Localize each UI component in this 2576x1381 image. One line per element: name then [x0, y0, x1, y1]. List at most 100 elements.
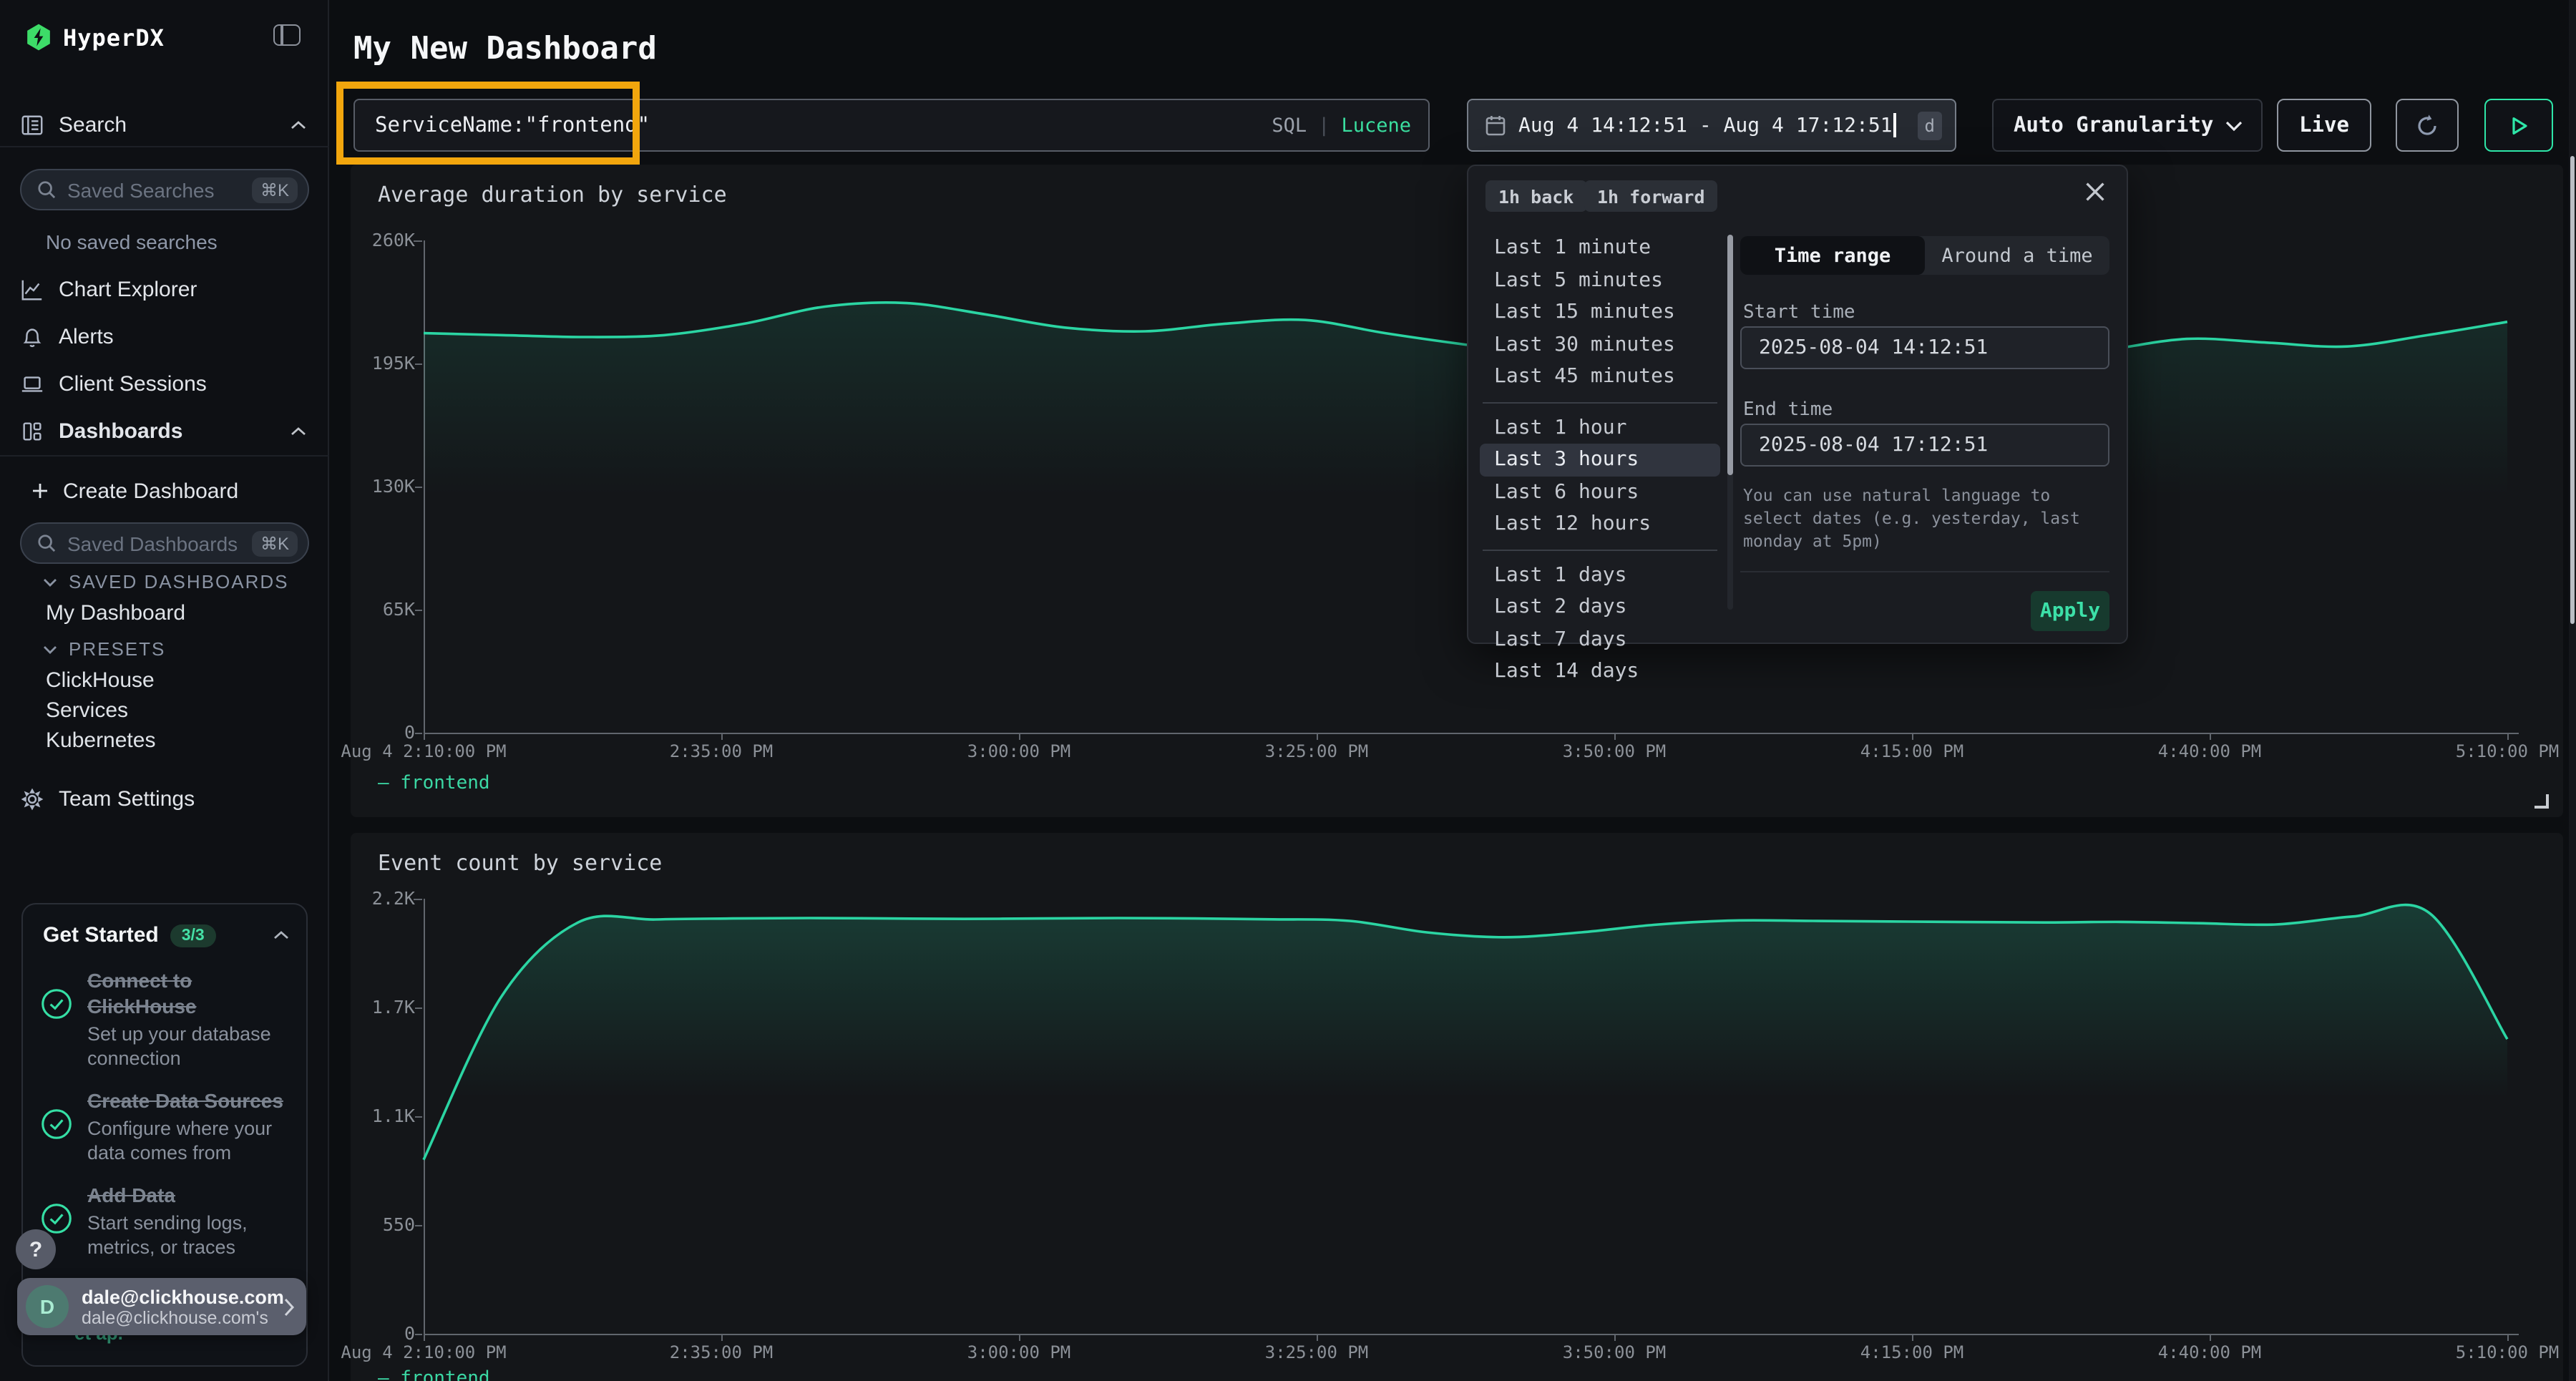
apply-button[interactable]: Apply: [2031, 591, 2109, 631]
lucene-toggle[interactable]: Lucene: [1341, 114, 1411, 137]
sidebar-item-kubernetes[interactable]: Kubernetes: [46, 728, 155, 753]
legend-item-frontend[interactable]: — frontend: [378, 773, 490, 794]
sidebar-item-label: Alerts: [59, 324, 114, 348]
time-option[interactable]: Last 3 hours: [1480, 444, 1720, 476]
create-dashboard-button[interactable]: Create Dashboard: [0, 472, 329, 509]
sidebar-item-client-sessions[interactable]: Client Sessions: [0, 365, 329, 402]
refresh-button[interactable]: [2396, 99, 2459, 152]
check-circle-icon: [40, 1108, 73, 1141]
chevron-down-icon: [43, 577, 57, 586]
y-axis-label: 2.2K: [329, 887, 415, 909]
user-chip[interactable]: D dale@clickhouse.com dale@clickhouse.co…: [17, 1278, 306, 1335]
sidebar-item-alerts[interactable]: Alerts: [0, 318, 329, 355]
live-button[interactable]: Live: [2277, 99, 2371, 152]
chevron-up-icon: [291, 426, 306, 436]
time-option[interactable]: Last 6 hours: [1480, 476, 1720, 508]
toggle-separator: |: [1318, 114, 1330, 137]
saved-searches-input[interactable]: Saved Searches ⌘K: [20, 169, 309, 210]
get-started-title: Get Started: [43, 923, 159, 947]
get-started-item[interactable]: Connect to ClickHouseSet up your databas…: [23, 956, 306, 1076]
section-saved-dashboards[interactable]: SAVED DASHBOARDS: [43, 571, 289, 592]
time-option[interactable]: Last 45 minutes: [1480, 361, 1720, 393]
panel-resize-handle[interactable]: [2534, 794, 2549, 809]
time-forward-button[interactable]: 1h forward: [1584, 180, 1718, 212]
time-back-button[interactable]: 1h back: [1485, 180, 1586, 212]
time-option[interactable]: Last 12 hours: [1480, 508, 1720, 540]
popup-scrollbar[interactable]: [1727, 235, 1733, 610]
search-icon: [37, 534, 56, 552]
get-started-progress-badge: 3/3: [170, 924, 216, 947]
granularity-select[interactable]: Auto Granularity: [1992, 99, 2263, 152]
chart-plot-area[interactable]: [424, 899, 2507, 1334]
chart-plot-area[interactable]: [424, 240, 2507, 733]
bell-icon: [20, 324, 44, 348]
sidebar-item-team-settings[interactable]: Team Settings: [0, 780, 329, 817]
divider: [1483, 401, 1717, 403]
sql-toggle[interactable]: SQL: [1272, 114, 1307, 137]
time-option[interactable]: Last 1 days: [1480, 559, 1720, 591]
help-button[interactable]: ?: [16, 1229, 56, 1269]
popup-scrollbar-thumb[interactable]: [1727, 235, 1733, 475]
time-option[interactable]: Last 1 minute: [1480, 232, 1720, 264]
sidebar-item-services[interactable]: Services: [46, 698, 128, 723]
time-range-options-list: Last 1 minuteLast 5 minutesLast 15 minut…: [1480, 232, 1720, 688]
time-option[interactable]: Last 1 hour: [1480, 411, 1720, 444]
x-axis-tick: [1912, 733, 1913, 740]
saved-dashboards-input[interactable]: Saved Dashboards ⌘K: [20, 522, 309, 564]
chevron-down-icon: [2225, 119, 2243, 131]
sidebar-item-label: Dashboards: [59, 419, 182, 443]
time-option[interactable]: Last 30 minutes: [1480, 328, 1720, 361]
sidebar-item-chart-explorer[interactable]: Chart Explorer: [0, 270, 329, 308]
duration-shortcut-badge: d: [1918, 111, 1942, 140]
get-started-item-title: Add Data: [87, 1182, 292, 1208]
get-started-item-desc: Set up your database connection: [87, 1022, 292, 1070]
page-scrollbar-thumb[interactable]: [2570, 156, 2575, 624]
sidebar-item-search[interactable]: Search: [0, 106, 329, 143]
time-option[interactable]: Last 14 days: [1480, 655, 1720, 688]
hyperdx-logo-icon: [24, 23, 53, 52]
end-time-label: End time: [1743, 399, 1833, 421]
tab-time-range[interactable]: Time range: [1740, 236, 1925, 275]
time-picker-right-panel: Time rangeAround a time Start time 2025-…: [1740, 166, 2115, 645]
x-axis-label: 4:40:00 PM: [2109, 1342, 2310, 1362]
chart-title: Average duration by service: [378, 182, 727, 208]
tab-around-a-time[interactable]: Around a time: [1925, 236, 2109, 275]
x-axis-label: 2:35:00 PM: [621, 741, 821, 761]
get-started-item[interactable]: Create Data SourcesConfigure where your …: [23, 1076, 306, 1171]
sidebar-item-my-dashboard[interactable]: My Dashboard: [46, 601, 185, 625]
saved-searches-placeholder: Saved Searches: [67, 178, 214, 201]
x-axis-tick: [2210, 1334, 2211, 1341]
x-axis-tick: [1317, 1334, 1318, 1341]
sidebar-item-dashboards[interactable]: Dashboards: [0, 412, 329, 449]
x-axis-tick: [2507, 733, 2509, 740]
series-area-frontend: [424, 905, 2507, 1334]
sidebar-item-label: Chart Explorer: [59, 277, 197, 301]
x-axis-label: 3:50:00 PM: [1514, 741, 1714, 761]
get-started-item[interactable]: Add DataStart sending logs, metrics, or …: [23, 1171, 306, 1265]
page-scrollbar[interactable]: [2569, 0, 2576, 1381]
search-doc-icon: [20, 112, 44, 137]
time-option[interactable]: Last 15 minutes: [1480, 296, 1720, 328]
y-axis-tick: [415, 487, 422, 488]
team-settings-label: Team Settings: [59, 786, 195, 811]
x-axis-label: Aug 4 2:10:00 PM: [323, 1342, 524, 1362]
sidebar-item-clickhouse[interactable]: ClickHouse: [46, 668, 155, 693]
sidebar: HyperDX Search Saved Searches ⌘K No save…: [0, 0, 329, 1381]
time-option[interactable]: Last 7 days: [1480, 623, 1720, 655]
legend-item-frontend[interactable]: — frontend: [378, 1368, 490, 1381]
y-axis-tick: [415, 1116, 422, 1118]
time-option[interactable]: Last 5 minutes: [1480, 264, 1720, 296]
filter-query-input[interactable]: ServiceName:"frontend" SQL | Lucene: [353, 99, 1430, 152]
y-axis-label: 65K: [329, 598, 415, 620]
end-time-input[interactable]: 2025-08-04 17:12:51: [1740, 424, 2109, 467]
chevron-up-icon: [291, 119, 306, 130]
start-time-input[interactable]: 2025-08-04 14:12:51: [1740, 326, 2109, 369]
run-query-button[interactable]: [2484, 99, 2553, 152]
time-picker-popup: 1h back 1h forward Last 1 minuteLast 5 m…: [1467, 165, 2128, 644]
time-range-input[interactable]: Aug 4 14:12:51 - Aug 4 17:12:51 d: [1467, 99, 1956, 152]
time-option[interactable]: Last 2 days: [1480, 591, 1720, 623]
section-presets[interactable]: PRESETS: [43, 638, 165, 660]
chevron-up-icon[interactable]: [273, 930, 289, 940]
x-axis-tick: [1912, 1334, 1913, 1341]
sidebar-collapse-icon[interactable]: [273, 24, 301, 46]
